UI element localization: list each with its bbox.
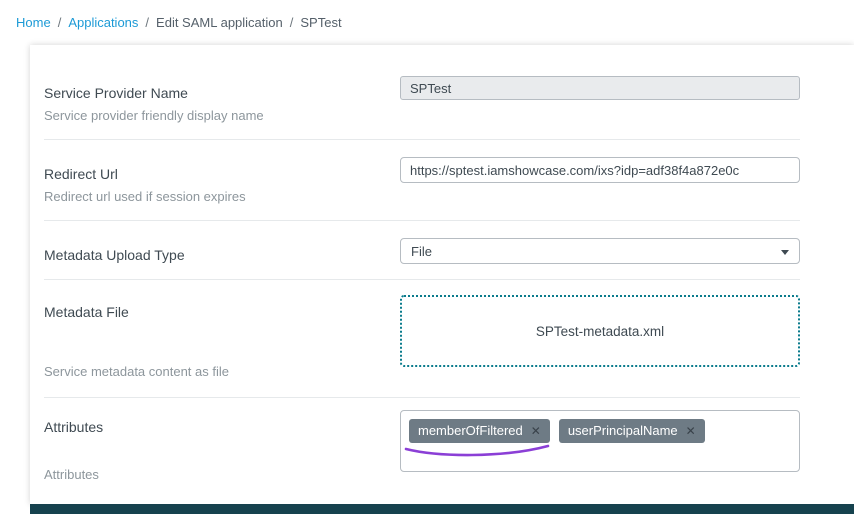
form-row-attributes: Attributes Attributes memberOfFiltered ✕… (44, 398, 800, 504)
form-row-metadata-file: Metadata File Service metadata content a… (44, 280, 800, 398)
metadata-upload-type-label: Metadata Upload Type (44, 247, 400, 263)
attributes-input-box[interactable]: memberOfFiltered ✕ userPrincipalName ✕ (400, 410, 800, 472)
remove-chip-icon[interactable]: ✕ (686, 425, 696, 437)
breadcrumb-applications-link[interactable]: Applications (68, 15, 138, 30)
breadcrumb-edit-saml-application: Edit SAML application (156, 15, 283, 30)
attribute-chip-label: memberOfFiltered (418, 423, 523, 438)
metadata-file-helper: Service metadata content as file (44, 364, 400, 379)
purple-underline-annotation (403, 443, 553, 459)
breadcrumb-separator: / (145, 15, 149, 30)
breadcrumb-separator: / (290, 15, 294, 30)
edit-saml-application-form: Service Provider Name Service provider f… (30, 45, 854, 504)
redirect-url-label: Redirect Url (44, 166, 400, 182)
metadata-upload-type-selected-value: File (411, 244, 432, 259)
breadcrumb: Home / Applications / Edit SAML application /… (0, 0, 854, 30)
metadata-file-label: Metadata File (44, 304, 400, 320)
metadata-file-filename: SPTest-metadata.xml (536, 324, 664, 339)
breadcrumb-separator: / (58, 15, 62, 30)
form-row-service-provider-name: Service Provider Name Service provider f… (44, 45, 800, 140)
service-provider-name-input[interactable] (400, 76, 800, 100)
redirect-url-helper: Redirect url used if session expires (44, 189, 400, 204)
breadcrumb-current-page: SPTest (300, 15, 341, 30)
attribute-chip-memberoffiltered: memberOfFiltered ✕ (409, 419, 550, 443)
form-row-metadata-upload-type: Metadata Upload Type File (44, 221, 800, 280)
breadcrumb-home-link[interactable]: Home (16, 15, 51, 30)
attribute-chip-userprincipalname: userPrincipalName ✕ (559, 419, 705, 443)
metadata-upload-type-select[interactable]: File (400, 238, 800, 264)
attribute-chips: memberOfFiltered ✕ userPrincipalName ✕ (409, 419, 791, 443)
attributes-label: Attributes (44, 419, 400, 435)
footer-bar (30, 504, 854, 514)
chevron-down-icon (781, 250, 789, 255)
service-provider-name-label: Service Provider Name (44, 85, 400, 101)
service-provider-name-helper: Service provider friendly display name (44, 108, 400, 123)
redirect-url-input[interactable] (400, 157, 800, 183)
attribute-chip-label: userPrincipalName (568, 423, 678, 438)
remove-chip-icon[interactable]: ✕ (531, 425, 541, 437)
attributes-helper: Attributes (44, 467, 400, 482)
metadata-file-dropzone[interactable]: SPTest-metadata.xml (400, 295, 800, 367)
form-row-redirect-url: Redirect Url Redirect url used if sessio… (44, 140, 800, 221)
